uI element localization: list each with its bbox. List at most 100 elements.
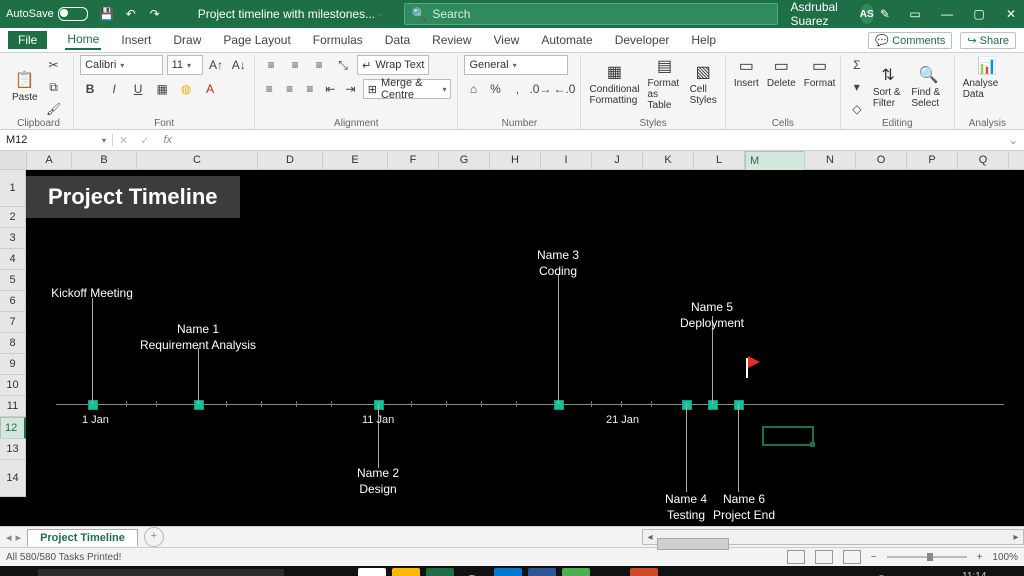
col-D[interactable]: D xyxy=(258,151,323,169)
settings-icon[interactable]: ⚙ xyxy=(596,568,624,576)
col-K[interactable]: K xyxy=(643,151,694,169)
align-center-icon[interactable]: ≡ xyxy=(281,79,297,99)
copy-icon[interactable]: ⧉ xyxy=(44,77,64,97)
tab-formulas[interactable]: Formulas xyxy=(311,31,365,49)
align-left-icon[interactable]: ≡ xyxy=(261,79,277,99)
row-10[interactable]: 10 xyxy=(0,375,26,396)
edge-icon[interactable]: e xyxy=(494,568,522,576)
col-J[interactable]: J xyxy=(592,151,643,169)
font-name-select[interactable]: Calibri▾ xyxy=(80,55,163,75)
worksheet[interactable]: 1 2 3 4 5 6 7 8 9 10 11 12 13 14 Project… xyxy=(0,170,1024,526)
undo-icon[interactable]: ↶ xyxy=(124,7,138,21)
orientation-icon[interactable]: ⤡ xyxy=(333,55,353,75)
row-3[interactable]: 3 xyxy=(0,228,26,249)
col-A[interactable]: A xyxy=(27,151,72,169)
align-bottom-icon[interactable]: ≡ xyxy=(309,55,329,75)
file-name[interactable]: Project timeline with milestones... ▾ xyxy=(198,7,383,21)
col-P[interactable]: P xyxy=(907,151,958,169)
col-G[interactable]: G xyxy=(439,151,490,169)
tab-data[interactable]: Data xyxy=(383,31,412,49)
percent-icon[interactable]: % xyxy=(486,79,504,99)
row-9[interactable]: 9 xyxy=(0,354,26,375)
conditional-formatting-button[interactable]: ▦Conditional Formatting xyxy=(587,61,641,108)
paint-icon[interactable]: 🎨 xyxy=(460,568,488,576)
excel-icon[interactable]: X xyxy=(426,568,454,576)
format-cells-button[interactable]: ▭Format xyxy=(802,55,838,91)
chevron-left-icon[interactable]: ◂ xyxy=(6,531,12,544)
powerpoint-icon[interactable]: P xyxy=(630,568,658,576)
tab-help[interactable]: Help xyxy=(689,31,718,49)
paste-button[interactable]: 📋Paste xyxy=(10,69,40,105)
start-button[interactable]: ⊞ xyxy=(4,568,32,576)
tab-review[interactable]: Review xyxy=(430,31,473,49)
col-E[interactable]: E xyxy=(323,151,388,169)
row-8[interactable]: 8 xyxy=(0,333,26,354)
ribbon-options-icon[interactable]: ▭ xyxy=(908,7,922,21)
sheet-tab-active[interactable]: Project Timeline xyxy=(27,529,138,546)
redo-icon[interactable]: ↷ xyxy=(148,7,162,21)
number-format-select[interactable]: General▾ xyxy=(464,55,568,75)
tab-automate[interactable]: Automate xyxy=(539,31,594,49)
chevron-right-icon[interactable]: ▸ xyxy=(16,531,22,544)
col-Q[interactable]: Q xyxy=(958,151,1009,169)
delete-cells-button[interactable]: ▭Delete xyxy=(765,55,798,91)
decrease-decimal-icon[interactable]: ←.0 xyxy=(554,79,574,99)
normal-view-icon[interactable] xyxy=(787,550,805,564)
merge-center-button[interactable]: ⊞Merge & Centre▾ xyxy=(363,79,452,99)
clock[interactable]: 11:1425/5/2023 xyxy=(942,571,987,576)
row-6[interactable]: 6 xyxy=(0,291,26,312)
add-sheet-button[interactable]: + xyxy=(144,527,164,547)
scroll-left-icon[interactable]: ◂ xyxy=(643,532,657,543)
horizontal-scrollbar[interactable]: ◂ ▸ xyxy=(642,529,1024,545)
italic-icon[interactable]: I xyxy=(104,79,124,99)
cell-styles-button[interactable]: ▧Cell Styles xyxy=(688,61,719,108)
enter-formula-icon[interactable]: ✓ xyxy=(134,134,155,147)
tab-page-layout[interactable]: Page Layout xyxy=(221,31,292,49)
cortana-icon[interactable]: ◯ xyxy=(290,568,318,576)
row-11[interactable]: 11 xyxy=(0,396,26,417)
name-box[interactable]: M12▾ xyxy=(0,134,113,146)
col-H[interactable]: H xyxy=(490,151,541,169)
col-F[interactable]: F xyxy=(388,151,439,169)
tab-home[interactable]: Home xyxy=(65,30,101,50)
zoom-level[interactable]: 100% xyxy=(992,552,1018,563)
select-all-corner[interactable] xyxy=(0,151,27,169)
row-14[interactable]: 14 xyxy=(0,460,26,497)
col-O[interactable]: O xyxy=(856,151,907,169)
decrease-indent-icon[interactable]: ⇤ xyxy=(322,79,338,99)
share-button[interactable]: ↪ Share xyxy=(960,32,1016,49)
fx-icon[interactable]: fx xyxy=(155,134,180,146)
insert-cells-button[interactable]: ▭Insert xyxy=(732,55,761,91)
find-select-button[interactable]: 🔍Find & Select xyxy=(909,64,947,111)
wrap-text-button[interactable]: ↵Wrap Text xyxy=(357,55,429,75)
col-L[interactable]: L xyxy=(694,151,745,169)
maximize-icon[interactable]: ▢ xyxy=(972,7,986,21)
cancel-formula-icon[interactable]: ✕ xyxy=(113,134,134,147)
chrome-icon[interactable]: ◉ xyxy=(358,568,386,576)
analyse-data-button[interactable]: 📊Analyse Data xyxy=(961,55,1014,102)
expand-formula-icon[interactable]: ⌄ xyxy=(1003,134,1024,147)
increase-indent-icon[interactable]: ⇥ xyxy=(342,79,358,99)
autosave-toggle[interactable]: AutoSave xyxy=(6,7,88,21)
row-2[interactable]: 2 xyxy=(0,207,26,228)
pen-icon[interactable]: ✎ xyxy=(880,7,890,21)
zoom-in-icon[interactable]: + xyxy=(977,552,983,563)
accounting-icon[interactable]: ⌂ xyxy=(464,79,482,99)
font-size-select[interactable]: 11▾ xyxy=(167,55,203,75)
toggle-off-icon[interactable] xyxy=(58,7,88,21)
row-13[interactable]: 13 xyxy=(0,439,26,460)
upwork-icon[interactable]: up xyxy=(562,568,590,576)
font-color-icon[interactable]: A xyxy=(200,79,220,99)
row-5[interactable]: 5 xyxy=(0,270,26,291)
col-N[interactable]: N xyxy=(805,151,856,169)
increase-decimal-icon[interactable]: .0→ xyxy=(530,79,550,99)
page-layout-view-icon[interactable] xyxy=(815,550,833,564)
zoom-slider[interactable] xyxy=(887,556,967,558)
underline-icon[interactable]: U xyxy=(128,79,148,99)
close-icon[interactable]: ✕ xyxy=(1004,7,1018,21)
clear-icon[interactable]: ◇ xyxy=(847,99,867,119)
borders-icon[interactable]: ▦ xyxy=(152,79,172,99)
page-break-view-icon[interactable] xyxy=(843,550,861,564)
task-view-icon[interactable]: ⧉ xyxy=(324,568,352,576)
align-right-icon[interactable]: ≡ xyxy=(302,79,318,99)
